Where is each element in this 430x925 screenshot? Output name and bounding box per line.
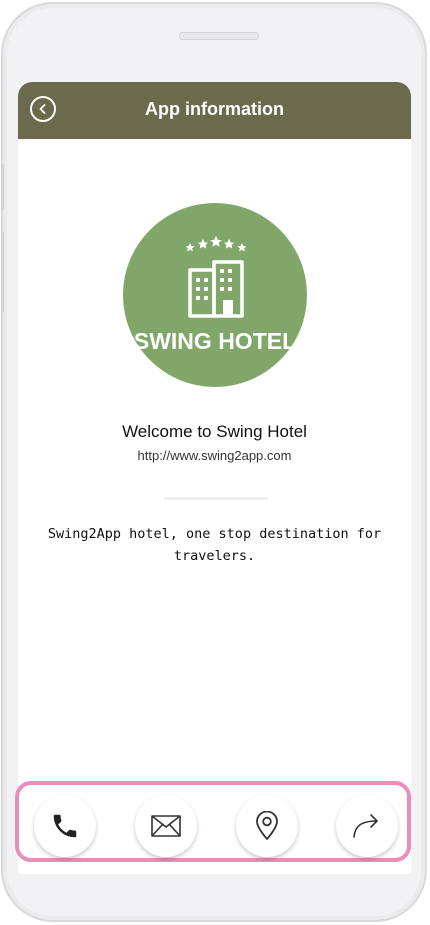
phone-speaker [179,32,259,40]
mail-icon [151,815,181,837]
app-header: App information [18,82,411,139]
phone-icon [53,814,77,838]
logo-text: SWING HOTEL [133,328,297,354]
stars-icon [186,236,246,252]
hotel-logo: SWING HOTEL [123,203,307,387]
email-button[interactable] [135,795,197,857]
divider [164,497,268,500]
phone-side-button [1,164,4,210]
app-screen: App information SWING HOTEL Welcome to S… [18,82,411,874]
location-button[interactable] [236,795,298,857]
call-button[interactable] [34,795,96,857]
app-description: Swing2App hotel, one stop destination fo… [47,526,382,564]
share-button[interactable] [336,795,398,857]
hotel-building-icon [188,260,244,318]
location-pin-icon [256,811,278,840]
share-icon [353,814,378,838]
page-title: App information [145,99,284,119]
welcome-text: Welcome to Swing Hotel [122,422,307,441]
website-link[interactable]: http://www.swing2app.com [18,448,411,463]
phone-side-button [1,232,4,312]
